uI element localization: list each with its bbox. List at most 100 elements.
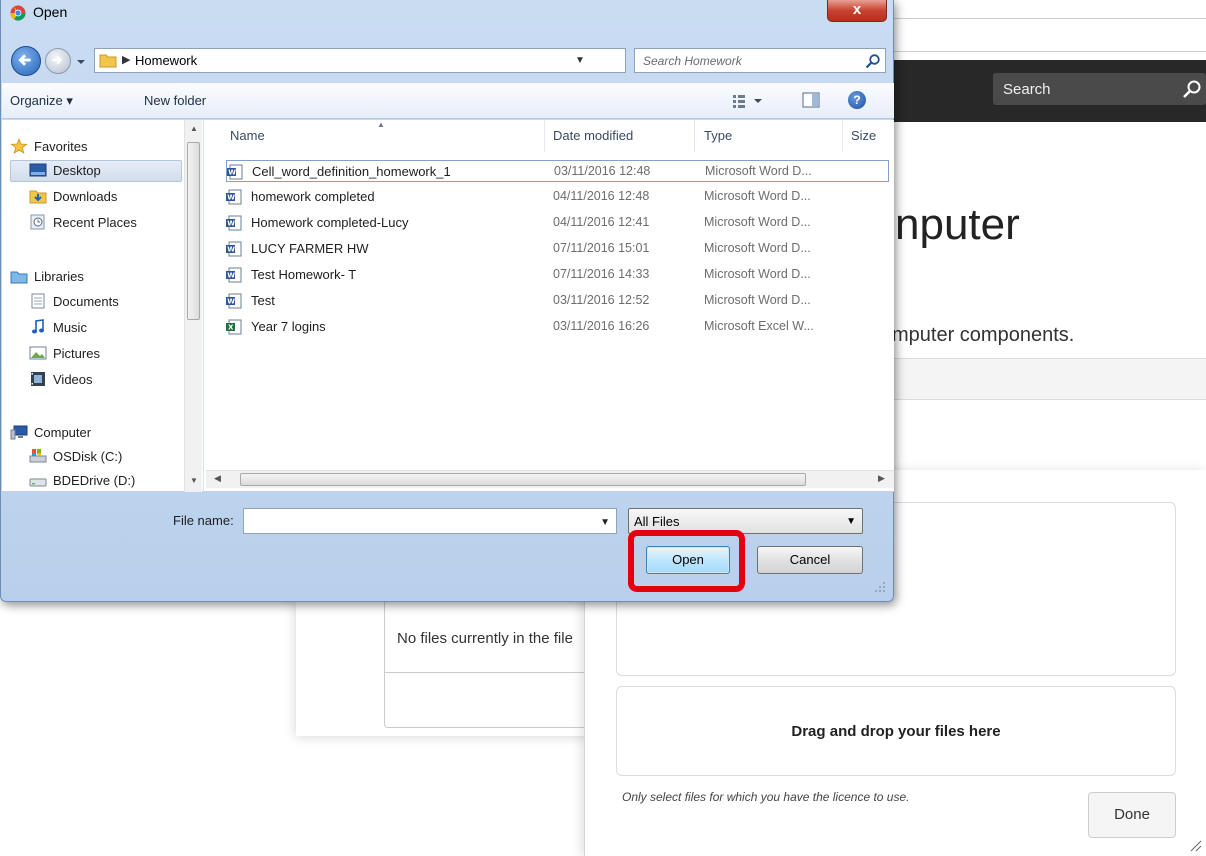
browser-address-bar[interactable]	[890, 18, 1206, 52]
svg-text:W: W	[227, 220, 235, 228]
file-type: Microsoft Word D...	[705, 164, 812, 178]
help-icon[interactable]: ?	[848, 91, 866, 109]
svg-text:W: W	[227, 194, 235, 202]
resize-grip-icon[interactable]	[1188, 838, 1202, 852]
svg-text:X: X	[228, 324, 234, 332]
column-type[interactable]: Type	[704, 128, 732, 143]
dialog-title: Open	[33, 4, 68, 20]
file-name-input[interactable]	[244, 509, 584, 533]
nav-label: Documents	[53, 294, 119, 309]
empty-file-list-message: No files currently in the file	[397, 630, 573, 647]
file-list: ▲ Name Date modified Type Size W Cell_wo…	[206, 120, 894, 492]
divider	[385, 672, 593, 673]
drop-zone[interactable]: Drag and drop your files here	[616, 686, 1176, 776]
scroll-up-icon[interactable]: ▲	[190, 124, 198, 133]
cancel-button[interactable]: Cancel	[757, 546, 863, 574]
breadcrumb-homework[interactable]: Homework	[135, 53, 197, 68]
preview-pane-icon[interactable]	[802, 92, 820, 108]
nav-label: Music	[53, 320, 87, 335]
file-row[interactable]: W homework completed 04/11/2016 12:48 Mi…	[226, 186, 889, 208]
new-folder-button[interactable]: New folder	[144, 93, 206, 108]
scroll-left-icon[interactable]: ◀	[214, 473, 221, 484]
horizontal-scroll-thumb[interactable]	[240, 473, 806, 486]
column-separator[interactable]	[544, 120, 545, 152]
file-type: Microsoft Word D...	[704, 267, 811, 281]
organize-button[interactable]: Organize ▾	[10, 93, 73, 109]
file-name: homework completed	[251, 189, 375, 204]
nav-label: BDEDrive (D:)	[53, 473, 136, 488]
open-file-dialog: Open x ▶ Homework ▼ ⇆ Organize ▾ New fol…	[0, 0, 894, 602]
nav-label: Videos	[53, 372, 93, 387]
done-button[interactable]: Done	[1088, 792, 1176, 838]
navigation-pane: Favorites Desktop Downloads Recent Place…	[2, 120, 204, 492]
breadcrumb-separator-icon[interactable]: ▶	[122, 53, 130, 66]
arrow-left-icon	[18, 54, 31, 66]
resize-grip-icon[interactable]	[873, 580, 887, 594]
column-separator[interactable]	[842, 120, 843, 152]
search-icon[interactable]	[865, 53, 881, 69]
sort-ascending-icon: ▲	[377, 120, 385, 129]
word-document-icon: W	[226, 267, 242, 283]
horizontal-scrollbar[interactable]: ◀ ▶	[206, 470, 894, 488]
folder-search-input[interactable]	[635, 49, 855, 72]
page-subtext: mputer components.	[892, 324, 1075, 346]
file-row[interactable]: W Homework completed-Lucy 04/11/2016 12:…	[226, 212, 889, 234]
dialog-titlebar[interactable]: Open x	[1, 0, 893, 34]
excel-workbook-icon: X	[226, 319, 242, 335]
file-row[interactable]: W LUCY FARMER HW 07/11/2016 15:01 Micros…	[226, 238, 889, 260]
nav-scrollbar[interactable]: ▲ ▼	[184, 120, 202, 492]
folder-icon	[99, 54, 117, 68]
libraries-icon	[10, 271, 28, 284]
file-date: 07/11/2016 15:01	[553, 241, 650, 255]
videos-icon	[31, 372, 45, 386]
open-button-highlight	[628, 530, 745, 592]
chrome-icon	[10, 5, 26, 21]
file-date: 03/11/2016 12:52	[553, 293, 650, 307]
file-row[interactable]: W Test Homework- T 07/11/2016 14:33 Micr…	[226, 264, 889, 286]
drive-icon	[29, 478, 47, 487]
scroll-right-icon[interactable]: ▶	[878, 473, 885, 484]
folder-search-box[interactable]	[634, 48, 886, 73]
column-name[interactable]: Name	[230, 128, 265, 143]
page-heading: nputer	[895, 200, 1020, 249]
address-dropdown-icon[interactable]: ▼	[575, 55, 585, 66]
recent-places-icon	[30, 214, 45, 230]
file-type: Microsoft Word D...	[704, 293, 811, 307]
svg-text:W: W	[227, 298, 235, 306]
file-type-filter-value: All Files	[634, 514, 680, 529]
close-button[interactable]: x	[827, 0, 887, 22]
nav-label: Libraries	[34, 269, 84, 284]
file-type: Microsoft Word D...	[704, 215, 811, 229]
nav-scroll-thumb[interactable]	[187, 142, 200, 320]
nav-label: OSDisk (C:)	[53, 449, 123, 464]
svg-text:W: W	[227, 246, 235, 254]
file-row[interactable]: X Year 7 logins 03/11/2016 16:26 Microso…	[226, 316, 889, 338]
forward-button[interactable]	[45, 48, 71, 74]
file-name-combobox[interactable]: ▼	[243, 508, 617, 534]
column-separator[interactable]	[694, 120, 695, 152]
back-button[interactable]	[11, 46, 41, 76]
file-name-dropdown-icon[interactable]: ▼	[600, 517, 610, 528]
word-document-icon: W	[226, 293, 242, 309]
arrow-right-icon	[52, 55, 63, 65]
file-name: Test Homework- T	[251, 267, 357, 282]
file-list-panel: No files currently in the file	[384, 600, 594, 728]
nav-label: Pictures	[53, 346, 100, 361]
file-date: 03/11/2016 16:26	[553, 319, 650, 333]
change-view-icon[interactable]	[732, 92, 766, 110]
search-icon[interactable]	[1182, 79, 1202, 99]
nav-label: Downloads	[53, 189, 118, 204]
file-row[interactable]: W Cell_word_definition_homework_1 03/11/…	[226, 160, 889, 182]
word-document-icon: W	[226, 215, 242, 231]
file-row[interactable]: W Test 03/11/2016 12:52 Microsoft Word D…	[226, 290, 889, 312]
system-drive-icon	[29, 449, 47, 463]
column-size[interactable]: Size	[851, 128, 876, 143]
history-dropdown-icon[interactable]	[75, 56, 87, 68]
column-date-modified[interactable]: Date modified	[553, 128, 633, 143]
scroll-down-icon[interactable]: ▼	[190, 476, 198, 485]
word-document-icon: W	[226, 189, 242, 205]
site-search-placeholder: Search	[1003, 81, 1051, 98]
address-bar[interactable]: ▶ Homework ▼ ⇆	[94, 48, 714, 73]
file-date: 07/11/2016 14:33	[553, 267, 650, 281]
site-search-input[interactable]: Search	[993, 73, 1206, 105]
